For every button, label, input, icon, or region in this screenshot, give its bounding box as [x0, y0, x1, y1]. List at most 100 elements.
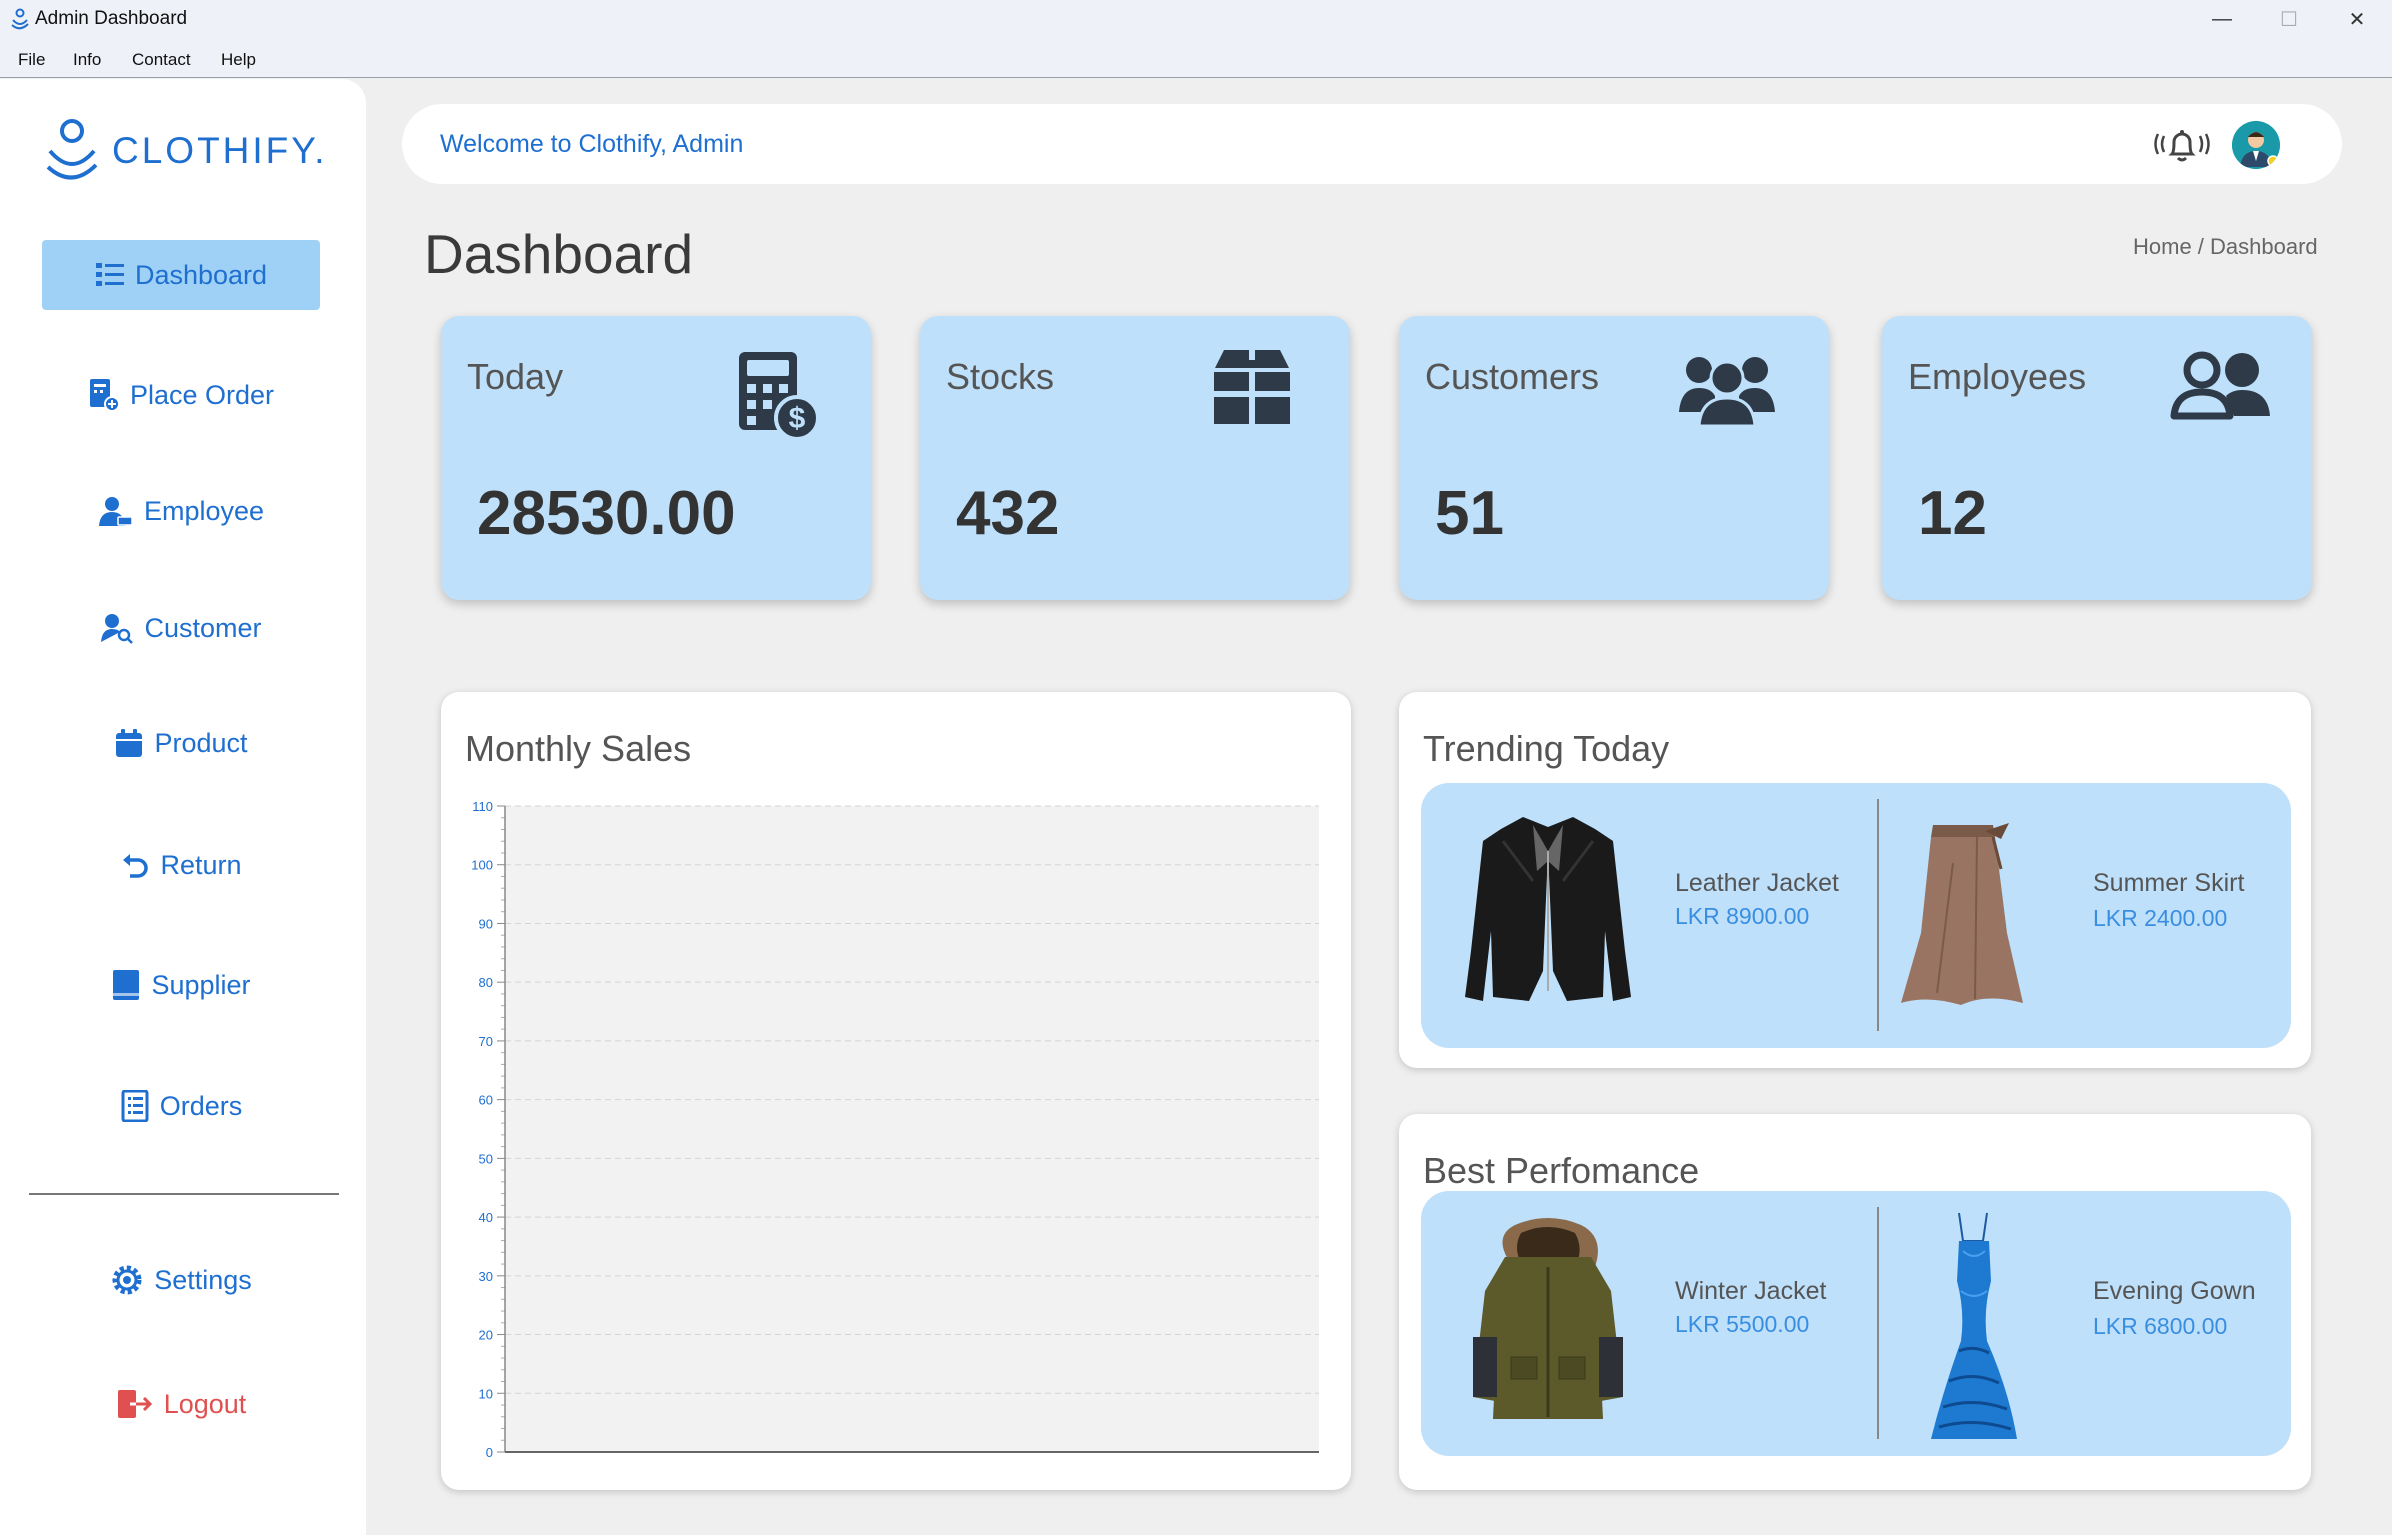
order-icon — [89, 379, 120, 412]
logout-icon — [117, 1390, 152, 1418]
minimize-icon: — — [2212, 7, 2232, 30]
group-icon — [1679, 357, 1775, 428]
plot-area — [505, 806, 1319, 1452]
welcome-text: Welcome to Clothify, Admin — [440, 130, 744, 158]
product-icon — [116, 729, 143, 757]
sidebar-item-label: Product — [154, 727, 248, 758]
maximize-button[interactable]: ☐ — [2254, 0, 2324, 38]
stat-label: Stocks — [946, 356, 1055, 397]
y-tick-label: 10 — [479, 1386, 493, 1401]
sidebar-item-employee[interactable]: Employee — [42, 476, 320, 546]
stat-value: 432 — [956, 479, 1060, 548]
sidebar-item-logout[interactable]: Logout — [42, 1369, 320, 1439]
supplier-icon — [113, 970, 140, 1000]
customer-search-icon — [101, 614, 134, 644]
stat-value: 28530.00 — [477, 479, 736, 548]
sidebar-item-label: Return — [160, 849, 242, 880]
maximize-icon: ☐ — [2280, 8, 2298, 31]
close-icon: ✕ — [2348, 8, 2366, 31]
sidebar-item-label: Place Order — [129, 379, 275, 410]
winter-jacket-image[interactable] — [1465, 1217, 1631, 1427]
sidebar-item-label: Supplier — [151, 969, 251, 1000]
menu-contact[interactable]: Contact — [132, 50, 191, 70]
sidebar-item-label: Logout — [163, 1388, 247, 1419]
minimize-button[interactable]: — — [2187, 0, 2257, 38]
panel-title: Best Perfomance — [1423, 1150, 1700, 1191]
sidebar-item-label: Dashboard — [134, 259, 268, 290]
stat-card-stocks: Stocks 432 — [920, 316, 1350, 600]
sidebar-item-return[interactable]: Return — [42, 830, 320, 900]
leather-jacket-image[interactable] — [1463, 811, 1633, 1007]
stat-value: 51 — [1435, 479, 1504, 548]
employee-icon — [98, 497, 133, 526]
product-price: LKR 8900.00 — [1675, 903, 1810, 929]
sidebar-item-label: Employee — [143, 495, 265, 526]
avatar[interactable] — [2232, 121, 2280, 169]
product-name: Evening Gown — [2093, 1277, 2256, 1305]
breadcrumb[interactable]: Home / Dashboard — [2133, 234, 2318, 260]
y-tick-label: 40 — [479, 1210, 493, 1225]
sidebar-item-label: Settings — [154, 1264, 252, 1295]
product-divider — [1877, 1207, 1879, 1439]
menu-help[interactable]: Help — [221, 50, 256, 70]
user-avatar-icon — [2232, 121, 2280, 169]
window-titlebar: Admin Dashboard — ☐ ✕ — [0, 0, 2392, 38]
summer-skirt-image[interactable] — [1897, 823, 2027, 1009]
stat-card-customers: Customers 51 — [1399, 316, 1829, 600]
sidebar-item-supplier[interactable]: Supplier — [42, 950, 320, 1020]
monthly-sales-chart: 0 10 20 30 40 50 60 70 80 90 100 110 — [471, 799, 1319, 1460]
sidebar-item-label: Customer — [144, 612, 262, 643]
sidebar-item-product[interactable]: Product — [42, 708, 320, 778]
menu-bar: File Info Contact Help — [0, 38, 2392, 78]
stat-value: 12 — [1918, 479, 1987, 548]
product-price: LKR 6800.00 — [2093, 1313, 2228, 1339]
product-name: Summer Skirt — [2093, 869, 2245, 897]
orders-icon — [121, 1090, 149, 1122]
list-icon — [95, 263, 124, 286]
sidebar-item-customer[interactable]: Customer — [42, 593, 320, 663]
trending-today-panel: Trending Today Leather Jacket LKR 8900.0… — [1399, 692, 2311, 1068]
y-tick-label: 30 — [479, 1269, 493, 1284]
sidebar-item-place-order[interactable]: Place Order — [42, 360, 320, 430]
box-icon — [1214, 350, 1290, 424]
product-price: LKR 5500.00 — [1675, 1311, 1810, 1337]
logo-icon — [46, 119, 98, 180]
bell-icon[interactable] — [2154, 124, 2210, 166]
page-title: Dashboard — [424, 223, 694, 285]
stat-label: Employees — [1908, 356, 2087, 397]
trending-products: Leather Jacket LKR 8900.00 Summer Skirt … — [1421, 783, 2291, 1048]
y-tick-label: 60 — [479, 1093, 493, 1108]
y-tick-label: 110 — [472, 799, 493, 814]
y-tick-label: 70 — [479, 1034, 493, 1049]
sidebar-item-orders[interactable]: Orders — [42, 1071, 320, 1141]
y-tick-label: 0 — [486, 1445, 493, 1460]
menu-file[interactable]: File — [18, 50, 45, 70]
stat-card-today: Today 28530.00 $ — [441, 316, 871, 600]
users-icon — [2170, 351, 2270, 420]
y-tick-label: 50 — [479, 1151, 493, 1166]
product-price: LKR 2400.00 — [2093, 905, 2228, 931]
best-products: Winter Jacket LKR 5500.00 Evening Gown L… — [1421, 1191, 2291, 1456]
panel-title: Trending Today — [1423, 728, 1670, 769]
sidebar-item-settings[interactable]: Settings — [42, 1245, 320, 1315]
welcome-bar: Welcome to Clothify, Admin — [402, 104, 2342, 184]
calculator-dollar-icon: $ — [739, 352, 820, 441]
evening-gown-image[interactable] — [1929, 1211, 2019, 1443]
product-name: Leather Jacket — [1675, 869, 1839, 897]
product-divider — [1877, 799, 1879, 1031]
y-tick-label: 90 — [479, 916, 493, 931]
window-title: Admin Dashboard — [35, 8, 188, 29]
product-name: Winter Jacket — [1675, 1277, 1827, 1305]
svg-text:$: $ — [789, 402, 806, 435]
y-tick-label: 80 — [479, 975, 493, 990]
menu-info[interactable]: Info — [73, 50, 101, 70]
stat-card-employees: Employees 12 — [1882, 316, 2312, 600]
y-tick-label: 100 — [471, 858, 493, 873]
close-button[interactable]: ✕ — [2322, 0, 2392, 38]
sidebar-item-dashboard[interactable]: Dashboard — [42, 240, 320, 310]
stat-label: Today — [467, 356, 564, 397]
sidebar-divider — [29, 1193, 339, 1195]
monthly-sales-panel: Monthly Sales 0 10 20 30 40 50 60 70 80 90 100 110 — [441, 692, 1351, 1490]
y-tick-label: 20 — [479, 1328, 493, 1343]
app-icon — [11, 8, 29, 30]
